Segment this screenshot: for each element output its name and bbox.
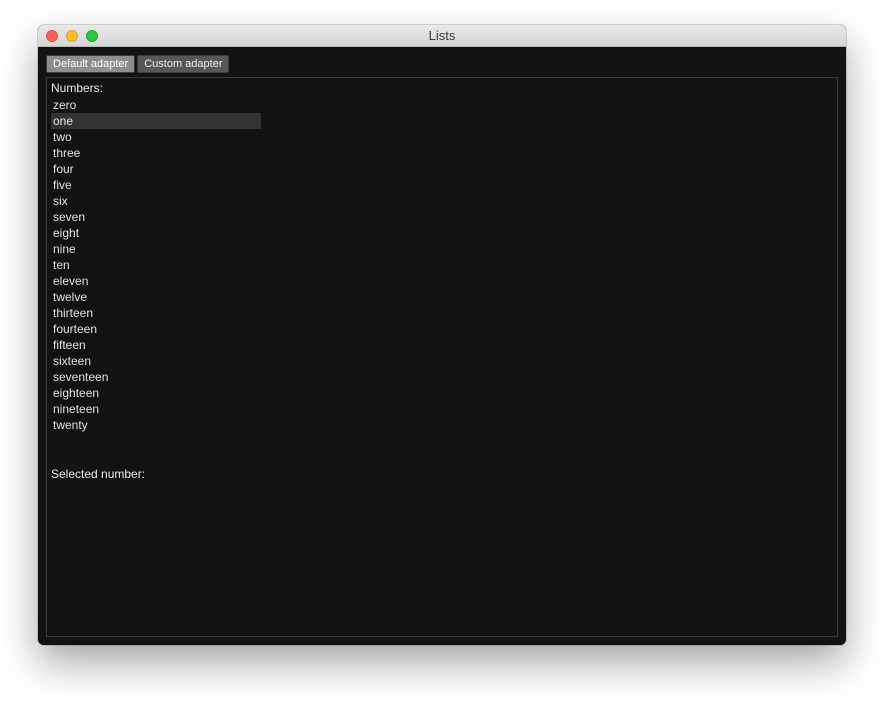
tab-default-adapter[interactable]: Default adapter (46, 55, 135, 73)
numbers-listbox[interactable]: zeroonetwothreefourfivesixseveneightnine… (51, 97, 261, 433)
list-item[interactable]: eighteen (51, 385, 261, 401)
selected-number-label: Selected number: (51, 467, 145, 481)
list-item[interactable]: eleven (51, 273, 261, 289)
list-item[interactable]: five (51, 177, 261, 193)
window: Lists Default adapter Custom adapter Num… (38, 25, 846, 645)
list-item[interactable]: sixteen (51, 353, 261, 369)
list-item[interactable]: twelve (51, 289, 261, 305)
titlebar[interactable]: Lists (38, 25, 846, 47)
numbers-label: Numbers: (51, 81, 833, 95)
selected-row: Selected number: (51, 467, 833, 481)
tab-panel: Numbers: zeroonetwothreefourfivesixseven… (46, 77, 838, 637)
traffic-lights (38, 30, 98, 42)
list-item[interactable]: two (51, 129, 261, 145)
list-item[interactable]: seventeen (51, 369, 261, 385)
list-item[interactable]: six (51, 193, 261, 209)
list-item[interactable]: zero (51, 97, 261, 113)
window-title: Lists (38, 28, 846, 43)
list-item[interactable]: twenty (51, 417, 261, 433)
tab-bar: Default adapter Custom adapter (46, 55, 838, 73)
list-item[interactable]: nineteen (51, 401, 261, 417)
list-item[interactable]: one (51, 113, 261, 129)
list-item[interactable]: four (51, 161, 261, 177)
list-item[interactable]: seven (51, 209, 261, 225)
list-item[interactable]: nine (51, 241, 261, 257)
tab-custom-adapter[interactable]: Custom adapter (137, 55, 229, 73)
list-item[interactable]: eight (51, 225, 261, 241)
list-item[interactable]: ten (51, 257, 261, 273)
close-icon[interactable] (46, 30, 58, 42)
minimize-icon[interactable] (66, 30, 78, 42)
list-item[interactable]: fourteen (51, 321, 261, 337)
maximize-icon[interactable] (86, 30, 98, 42)
content: Default adapter Custom adapter Numbers: … (38, 47, 846, 645)
list-item[interactable]: thirteen (51, 305, 261, 321)
list-item[interactable]: fifteen (51, 337, 261, 353)
list-item[interactable]: three (51, 145, 261, 161)
